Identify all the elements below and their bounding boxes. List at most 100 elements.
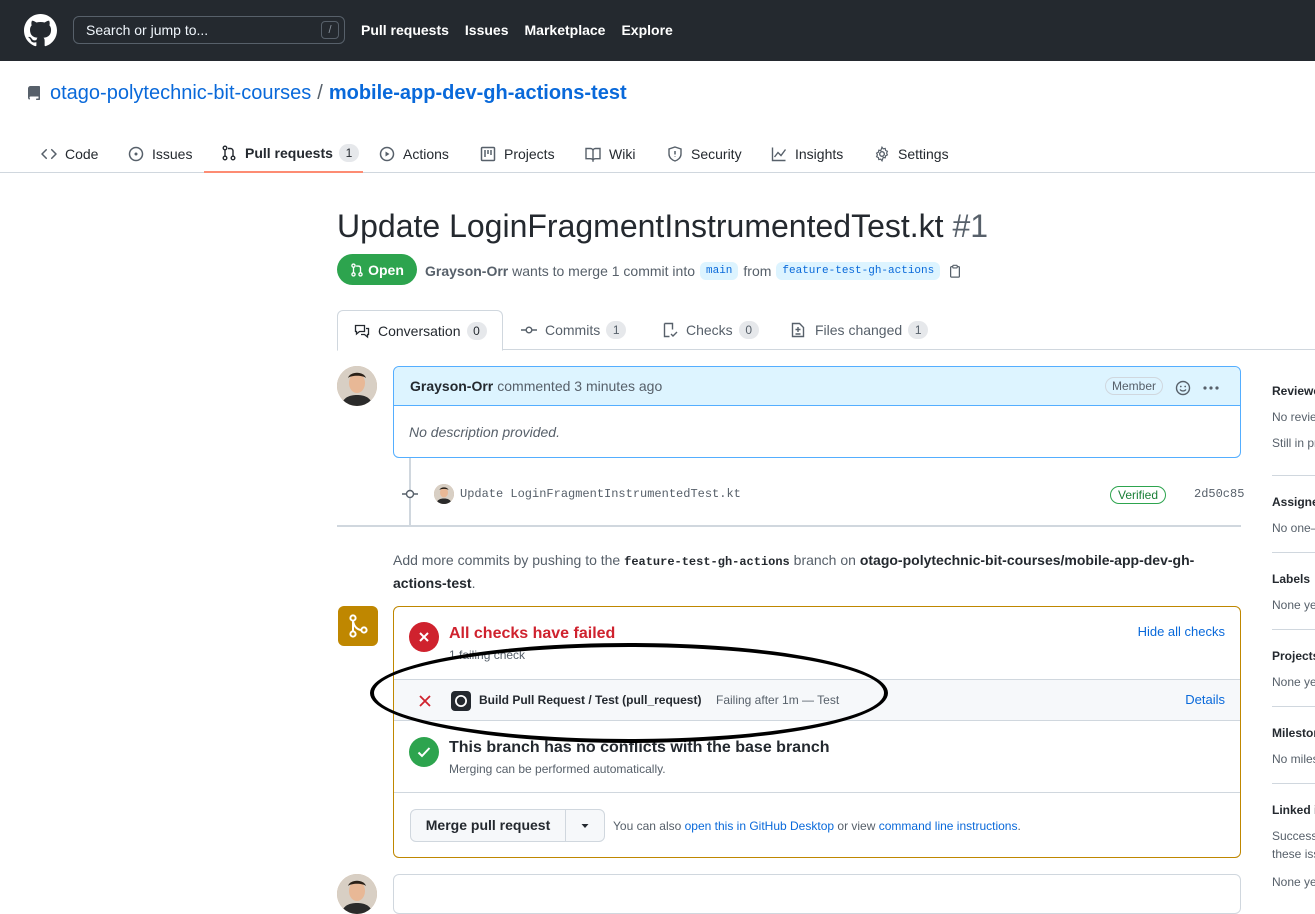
tab-settings[interactable]: Settings — [874, 134, 949, 173]
tab-commits[interactable]: Commits 1 — [521, 310, 627, 350]
avatar[interactable] — [337, 366, 377, 406]
sidebar-assignees-value: No one— — [1272, 521, 1315, 535]
sidebar-linked-value: None yet — [1272, 875, 1315, 889]
sidebar-milestone-value: No milestone — [1272, 752, 1315, 766]
tab-files-changed[interactable]: Files changed 1 — [790, 310, 929, 350]
conversation-count: 0 — [466, 321, 487, 340]
check-run-row: Build Pull Request / Test (pull_request)… — [394, 679, 1240, 721]
kebab-horizontal-icon[interactable] — [1202, 380, 1220, 396]
x-circle-icon — [409, 622, 439, 652]
nav-marketplace[interactable]: Marketplace — [525, 22, 606, 38]
avatar-image — [434, 484, 454, 504]
pr-author-link[interactable]: Grayson-Orr — [425, 263, 508, 279]
book-icon — [585, 147, 601, 162]
verified-badge[interactable]: Verified — [1110, 486, 1167, 504]
github-logo-icon[interactable] — [24, 14, 57, 47]
check-run-name: Build Pull Request / Test (pull_request) — [479, 693, 702, 707]
sidebar-projects-value: None yet — [1272, 675, 1315, 689]
hint-branch: feature-test-gh-actions — [624, 555, 790, 569]
copy-icon[interactable] — [948, 264, 962, 278]
tab-checks[interactable]: Checks 0 — [662, 310, 759, 350]
checks-failed-title: All checks have failed — [449, 625, 616, 642]
tab-files-changed-label: Files changed — [815, 322, 903, 338]
pr-title: Update LoginFragmentInstrumentedTest.kt … — [337, 208, 988, 245]
sidebar-reviewers-value: No reviews — [1272, 410, 1315, 424]
tab-insights[interactable]: Insights — [771, 134, 843, 173]
graph-icon — [771, 147, 787, 161]
checklist-icon — [663, 322, 678, 338]
comment-timestamp[interactable]: commented 3 minutes ago — [497, 378, 662, 394]
tab-code-label: Code — [65, 145, 99, 162]
comment-author-link[interactable]: Grayson-Orr — [410, 378, 493, 394]
sidebar-divider — [1272, 552, 1315, 553]
nav-issues[interactable]: Issues — [465, 22, 509, 38]
avatar-image — [337, 366, 377, 406]
cli-instructions-link[interactable]: command line instructions — [879, 819, 1018, 833]
sidebar-projects-heading[interactable]: Projects — [1272, 649, 1315, 663]
repo-tabs: Code Issues Pull requests 1 Actions Proj… — [0, 126, 1315, 173]
sidebar-divider — [1272, 706, 1315, 707]
git-merge-icon — [338, 606, 378, 646]
merge-method-dropdown[interactable] — [566, 818, 604, 834]
tab-wiki[interactable]: Wiki — [585, 134, 635, 173]
commit-message-link[interactable]: Update LoginFragmentInstrumentedTest.kt — [460, 487, 741, 501]
tab-issues[interactable]: Issues — [128, 134, 192, 173]
tab-pull-requests[interactable]: Pull requests 1 — [204, 134, 363, 173]
push-hint: Add more commits by pushing to the featu… — [393, 550, 1243, 594]
tab-security[interactable]: Security — [667, 134, 742, 173]
nav-explore[interactable]: Explore — [621, 22, 672, 38]
tab-conversation[interactable]: Conversation 0 — [337, 310, 503, 351]
comment-box: Grayson-Orr commented 3 minutes ago Memb… — [393, 366, 1241, 458]
tab-actions-label: Actions — [403, 145, 449, 162]
pull-requests-count: 1 — [338, 143, 359, 162]
also-prefix: You can also — [613, 819, 682, 833]
nav-pull-requests[interactable]: Pull requests — [361, 22, 449, 38]
sidebar-labels-heading[interactable]: Labels — [1272, 572, 1315, 586]
tab-projects-label: Projects — [504, 145, 555, 162]
commit-author-avatar[interactable] — [434, 484, 454, 504]
avatar[interactable] — [337, 874, 377, 914]
open-desktop-link[interactable]: open this in GitHub Desktop — [685, 819, 834, 833]
tab-actions[interactable]: Actions — [379, 134, 449, 173]
tab-conversation-label: Conversation — [378, 322, 461, 339]
sidebar-reviewers-heading[interactable]: Reviewers — [1272, 384, 1315, 398]
search-input[interactable]: Search or jump to... / — [73, 16, 345, 44]
tab-issues-label: Issues — [152, 145, 193, 162]
conflict-title: This branch has no conflicts with the ba… — [449, 739, 830, 756]
hide-all-checks-link[interactable]: Hide all checks — [1138, 624, 1225, 639]
commit-icon — [521, 326, 537, 334]
sidebar-divider — [1272, 783, 1315, 784]
smiley-icon[interactable] — [1175, 380, 1191, 396]
merge-alternatives: You can also open this in GitHub Desktop… — [613, 819, 1021, 833]
repo-separator: / — [317, 82, 323, 104]
merge-pull-request-button[interactable]: Merge pull request — [411, 810, 566, 841]
repo-owner-link[interactable]: otago-polytechnic-bit-courses — [50, 82, 311, 105]
repo-name-link[interactable]: mobile-app-dev-gh-actions-test — [329, 82, 627, 105]
sidebar-linked-text-1: Successfully — [1272, 829, 1315, 843]
tab-security-label: Security — [691, 145, 742, 162]
head-branch[interactable]: feature-test-gh-actions — [776, 262, 941, 280]
pr-state-badge: Open — [337, 254, 417, 285]
checks-failed-subtitle: 1 failing check — [449, 648, 526, 662]
repo-breadcrumb: otago-polytechnic-bit-courses / mobile-a… — [26, 82, 627, 105]
pr-tabs: Conversation 0 Commits 1 Checks 0 Files … — [337, 310, 1315, 351]
check-details-link[interactable]: Details — [1185, 692, 1225, 707]
github-app-icon — [451, 691, 471, 711]
merge-button-group: Merge pull request — [410, 809, 605, 842]
hint-mid: branch on — [793, 552, 856, 568]
pr-sidebar: Reviewers No reviews Still in progress A… — [1272, 384, 1315, 893]
checks-summary: All checks have failed 1 failing check H… — [394, 607, 1240, 679]
check-run-status: Failing after 1m — Test — [716, 693, 840, 707]
tab-pull-requests-label: Pull requests — [245, 144, 333, 161]
base-branch[interactable]: main — [700, 262, 739, 280]
sidebar-assignees-heading[interactable]: Assignees — [1272, 495, 1315, 509]
sidebar-milestone-heading[interactable]: Milestone — [1272, 726, 1315, 740]
tab-commits-label: Commits — [545, 322, 601, 338]
tab-code[interactable]: Code — [41, 134, 98, 173]
tab-checks-label: Checks — [686, 322, 733, 338]
tab-projects[interactable]: Projects — [480, 134, 555, 173]
triangle-down-icon — [581, 823, 589, 828]
avatar-image — [337, 874, 377, 914]
sidebar-linked-heading[interactable]: Linked issues — [1272, 803, 1315, 817]
commit-sha-link[interactable]: 2d50c85 — [1194, 487, 1244, 501]
